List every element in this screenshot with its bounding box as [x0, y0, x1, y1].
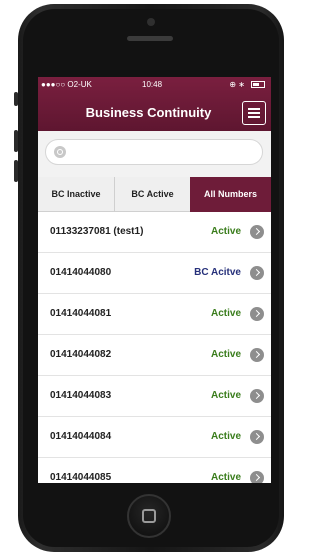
- carrier-label: ●●●○○ O2-UK: [41, 80, 92, 89]
- list-item[interactable]: 01414044080 BC Acitve: [38, 253, 271, 294]
- status-label: Active: [210, 349, 241, 360]
- battery-icon: [251, 81, 265, 88]
- chevron-right-icon[interactable]: [250, 430, 264, 444]
- volume-down-button: [14, 160, 18, 182]
- status-label: BC Acitve: [194, 267, 241, 278]
- mute-switch: [14, 92, 18, 106]
- page-title: Business Continuity: [85, 105, 212, 120]
- status-icons: ⊕ ∗: [229, 80, 245, 89]
- phone-number: 01414044083: [50, 390, 112, 401]
- list-item[interactable]: 01133237081 (test1) Active: [38, 212, 271, 253]
- status-label: Active: [210, 431, 241, 442]
- status-label: Active: [210, 308, 241, 319]
- list-item[interactable]: 01414044082 Active: [38, 335, 271, 376]
- chevron-right-icon[interactable]: [250, 266, 264, 280]
- status-label: Active: [210, 472, 241, 483]
- tab-all-numbers[interactable]: All Numbers: [190, 177, 271, 218]
- earpiece-speaker: [127, 36, 173, 41]
- phone-number: 01414044080: [50, 267, 112, 278]
- hamburger-icon-line: [248, 112, 260, 114]
- app-header: ●●●○○ O2-UK 10:48 ⊕ ∗ Business Continuit…: [38, 77, 271, 131]
- app-screen: ●●●○○ O2-UK 10:48 ⊕ ∗ Business Continuit…: [38, 77, 271, 483]
- list-item[interactable]: 01414044081 Active: [38, 294, 271, 335]
- search-area: [38, 131, 271, 177]
- status-bar: ●●●○○ O2-UK 10:48 ⊕ ∗: [38, 77, 271, 93]
- hamburger-icon: [248, 108, 260, 110]
- list-item[interactable]: 01414044083 Active: [38, 376, 271, 417]
- phone-number: 01414044081: [50, 308, 112, 319]
- chevron-right-icon[interactable]: [250, 307, 264, 321]
- chevron-right-icon[interactable]: [250, 348, 264, 362]
- filter-tabs: BC Inactive BC Active All Numbers: [38, 177, 271, 218]
- volume-up-button: [14, 130, 18, 152]
- clock: 10:48: [142, 80, 163, 89]
- chevron-right-icon[interactable]: [250, 471, 264, 483]
- chevron-right-icon[interactable]: [250, 225, 264, 239]
- search-icon: [54, 146, 66, 158]
- phone-number: 01414044082: [50, 349, 112, 360]
- phone-number: 01414044085: [50, 472, 112, 483]
- tab-bc-inactive[interactable]: BC Inactive: [38, 177, 115, 212]
- home-button[interactable]: [127, 494, 171, 538]
- phone-number: 01133237081 (test1): [50, 226, 144, 237]
- numbers-list: 01133237081 (test1) Active 01414044080 B…: [38, 212, 271, 483]
- list-item[interactable]: 01414044084 Active: [38, 417, 271, 458]
- chevron-right-icon[interactable]: [250, 389, 264, 403]
- hamburger-menu-button[interactable]: [242, 101, 266, 125]
- status-label: Active: [210, 226, 241, 237]
- status-label: Active: [210, 390, 241, 401]
- search-input[interactable]: [45, 139, 263, 165]
- tab-bc-active[interactable]: BC Active: [115, 177, 190, 212]
- phone-number: 01414044084: [50, 431, 112, 442]
- list-item[interactable]: 01414044085 Active: [38, 458, 271, 483]
- hamburger-icon-line: [248, 116, 260, 118]
- front-camera: [147, 18, 155, 26]
